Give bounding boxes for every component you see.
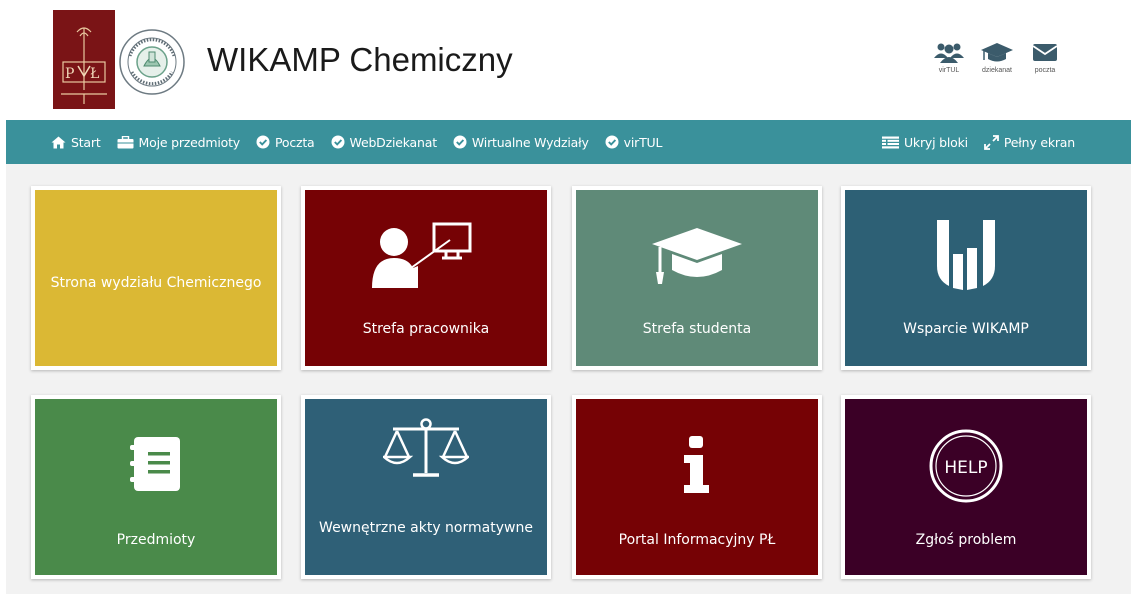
university-logo[interactable]: P Ł (53, 10, 115, 109)
tile-portal-informacyjny[interactable]: Portal Informacyjny PŁ (572, 395, 822, 579)
tile-body[interactable]: Strefa pracownika (305, 190, 547, 366)
nav-start[interactable]: Start (51, 135, 101, 150)
users-icon (934, 43, 964, 63)
page-title[interactable]: WIKAMP Chemiczny (207, 38, 513, 82)
tile-zglos-problem[interactable]: HELP Zgłoś problem (841, 395, 1091, 579)
faculty-seal[interactable] (118, 28, 186, 96)
help-icon: HELP (845, 427, 1087, 505)
tile-label: Wewnętrzne akty normatywne (319, 520, 533, 536)
tile-label: Strefa pracownika (362, 321, 490, 337)
teacher-icon (305, 220, 547, 292)
info-icon (576, 435, 818, 495)
nav-poczta[interactable]: Poczta (256, 135, 315, 150)
tile-body[interactable]: Przedmioty (35, 399, 277, 575)
quick-link-virtul[interactable]: virTUL (930, 40, 968, 74)
svg-text:Ł: Ł (90, 66, 100, 82)
tile-label: Strona wydziału Chemicznego (50, 275, 262, 291)
scales-icon (305, 417, 547, 479)
tile-strefa-studenta[interactable]: Strefa studenta (572, 186, 822, 370)
nav-webdziekanat[interactable]: WebDziekanat (331, 135, 437, 150)
nav-pelny-ekran[interactable]: Pełny ekran (984, 135, 1075, 150)
tile-label: Portal Informacyjny PŁ (618, 532, 776, 548)
notebook-icon (35, 435, 277, 493)
nav-virtul[interactable]: virTUL (605, 135, 662, 150)
tile-label: Strefa studenta (642, 321, 752, 337)
nav-moje-przedmioty[interactable]: Moje przedmioty (117, 135, 240, 150)
tile-wsparcie-wikamp[interactable]: Wsparcie WIKAMP (841, 186, 1091, 370)
tile-wewnetrzne-akty[interactable]: Wewnętrzne akty normatywne (301, 395, 551, 579)
main-navbar: Start Moje przedmioty Poczta WebDziekana… (6, 120, 1131, 164)
tile-body[interactable]: Strefa studenta (576, 190, 818, 366)
nav-wirtualne-wydzialy[interactable]: Wirtualne Wydziały (453, 135, 589, 150)
tile-przedmioty[interactable]: Przedmioty (31, 395, 281, 579)
tile-label: Wsparcie WIKAMP (903, 321, 1029, 337)
wikamp-logo-icon (845, 218, 1087, 290)
quick-link-dziekanat[interactable]: dziekanat (978, 40, 1016, 74)
tile-strona-wydzialu[interactable]: Strona wydziału Chemicznego (31, 186, 281, 370)
tile-body[interactable]: Portal Informacyjny PŁ (576, 399, 818, 575)
tile-label: Przedmioty (116, 532, 196, 548)
quick-links: virTUL dziekanat poczta (930, 40, 1064, 74)
list-icon (881, 136, 899, 148)
home-icon (51, 136, 66, 148)
envelope-icon (1032, 44, 1058, 61)
quick-link-poczta[interactable]: poczta (1026, 40, 1064, 74)
site-header: P Ł WIKAMP Chemiczny virTUL dziekanat po… (0, 0, 1131, 120)
tile-body[interactable]: Wsparcie WIKAMP (845, 190, 1087, 366)
nav-ukryj-bloki[interactable]: Ukryj bloki (881, 135, 968, 150)
check-circle-icon (453, 135, 467, 149)
svg-text:P: P (65, 66, 74, 82)
graduation-cap-icon (576, 224, 818, 288)
tile-label: Zgłoś problem (915, 532, 1017, 548)
graduation-cap-icon (981, 43, 1013, 62)
check-circle-icon (331, 135, 345, 149)
tile-body[interactable]: Wewnętrzne akty normatywne (305, 399, 547, 575)
expand-icon (984, 134, 999, 150)
tile-strefa-pracownika[interactable]: Strefa pracownika (301, 186, 551, 370)
svg-text:HELP: HELP (944, 458, 987, 478)
check-circle-icon (605, 135, 619, 149)
tile-body[interactable]: HELP Zgłoś problem (845, 399, 1087, 575)
check-circle-icon (256, 135, 270, 149)
briefcase-icon (117, 135, 134, 148)
tile-body[interactable]: Strona wydziału Chemicznego (35, 190, 277, 366)
